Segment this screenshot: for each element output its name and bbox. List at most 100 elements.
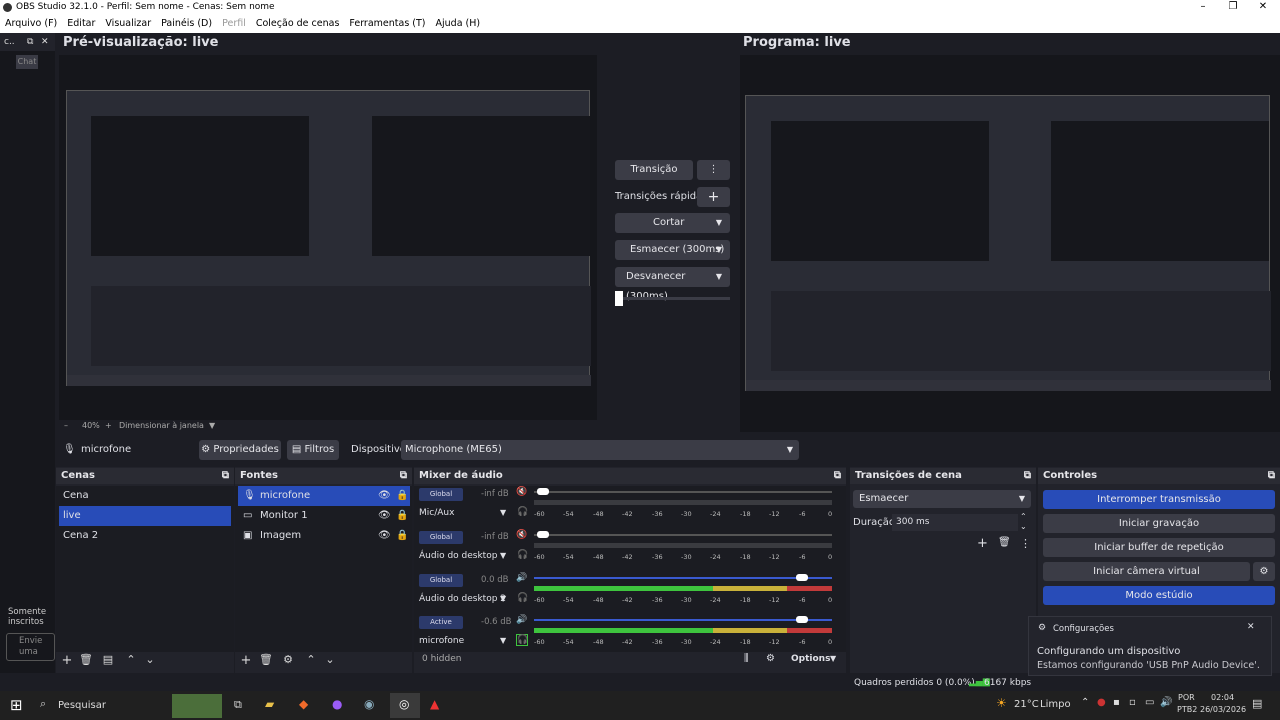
slider-handle[interactable] [796, 574, 808, 581]
headphones-icon[interactable]: 🎧 [516, 634, 528, 646]
source-item[interactable]: ▭ Monitor 1 👁 🔒 [238, 506, 410, 526]
studio-mode-button[interactable]: Modo estúdio [1043, 586, 1275, 605]
transition-select[interactable]: Esmaecer ▼ [853, 490, 1031, 508]
notification-center-icon[interactable]: ▤ [1252, 697, 1262, 710]
volume-slider[interactable] [534, 577, 832, 579]
windows-start-icon[interactable]: ⊞ [10, 696, 23, 714]
close-icon[interactable]: ✕ [1247, 622, 1255, 632]
add-quick-transition-icon[interactable]: + [697, 187, 730, 207]
keyboard-layout[interactable]: PTB2 [1177, 705, 1197, 714]
notification-toast[interactable]: ⚙ Configurações ✕ Configurando um dispos… [1028, 616, 1272, 676]
filters-button[interactable]: ▤ Filtros [287, 440, 339, 460]
unlock-icon[interactable]: 🔒 [396, 526, 408, 546]
chevron-down-icon[interactable]: ▼ [500, 508, 506, 517]
start-recording-button[interactable]: Iniciar gravação [1043, 514, 1275, 533]
float-icon[interactable]: ⧉ [1268, 468, 1275, 484]
headphones-icon[interactable]: 🎧 [516, 506, 528, 518]
file-explorer-icon[interactable]: ▰ [265, 697, 274, 711]
task-view-icon[interactable]: ⧉ [234, 698, 242, 712]
properties-button[interactable]: ⚙ Propriedades [199, 440, 281, 460]
float-icon[interactable]: ⧉ [27, 33, 33, 51]
mute-icon[interactable]: 🔇 [516, 487, 527, 497]
headphones-icon[interactable]: 🎧 [516, 549, 528, 561]
slider-handle[interactable] [537, 531, 549, 538]
float-icon[interactable]: ⧉ [222, 468, 229, 484]
menu-tools[interactable]: Ferramentas (T) [344, 15, 430, 33]
close-icon[interactable]: ✕ [1248, 0, 1278, 15]
volume-slider[interactable] [534, 534, 832, 536]
fade-in-button[interactable]: Esmaecer (300ms) ▼ [615, 240, 730, 260]
start-virtual-camera-button[interactable]: Iniciar câmera virtual [1043, 562, 1250, 581]
eye-icon[interactable]: 👁 [378, 506, 391, 526]
monitor-tag[interactable]: Global [419, 574, 463, 587]
tray-icon[interactable]: ● [1097, 697, 1106, 708]
spin-up-icon[interactable]: ⌃ [1020, 512, 1027, 521]
transition-slider[interactable] [615, 291, 730, 306]
stop-streaming-button[interactable]: Interromper transmissão [1043, 490, 1275, 509]
trash-icon[interactable]: 🗑 [998, 537, 1011, 548]
slider-handle[interactable] [796, 616, 808, 623]
menu-profile[interactable]: Perfil [217, 15, 251, 33]
steam-icon[interactable]: ◉ [364, 697, 374, 711]
volume-slider[interactable] [534, 619, 832, 621]
add-icon[interactable]: + [240, 653, 252, 668]
minimize-icon[interactable]: – [1188, 0, 1218, 15]
preview-canvas[interactable] [59, 55, 597, 420]
network-icon[interactable]: ▭ [1145, 697, 1154, 708]
clock-date[interactable]: 26/03/2026 [1200, 705, 1246, 714]
trash-icon[interactable]: 🗑 [79, 653, 93, 666]
volume-slider[interactable] [534, 491, 832, 493]
chevron-down-icon[interactable]: ▼ [500, 636, 506, 645]
headphones-icon[interactable]: 🎧 [516, 592, 528, 604]
search-icon[interactable]: ⌕ [40, 697, 46, 711]
zoom-out-icon[interactable]: – [64, 421, 68, 430]
menu-edit[interactable]: Editar [62, 15, 100, 33]
chevron-down-icon[interactable]: ▼ [830, 654, 836, 663]
gear-icon[interactable]: ⚙ [1253, 562, 1275, 581]
chevron-up-icon[interactable]: ⌃ [1081, 697, 1089, 708]
mute-icon[interactable]: 🔇 [516, 530, 527, 540]
float-icon[interactable]: ⧉ [1024, 468, 1031, 484]
slider-handle[interactable] [615, 291, 623, 306]
chevron-up-icon[interactable]: ⌃ [125, 653, 137, 666]
chevron-down-icon[interactable]: ⌄ [324, 653, 336, 666]
chevron-down-icon[interactable]: ▼ [500, 594, 506, 603]
clock-time[interactable]: 02:04 [1211, 693, 1234, 702]
float-icon[interactable]: ⧉ [400, 468, 407, 484]
tray-icon[interactable]: ▪ [1113, 697, 1120, 708]
lock-icon[interactable]: 🔒 [396, 486, 408, 506]
messenger-icon[interactable]: ● [332, 697, 342, 711]
options-button[interactable]: Options [791, 654, 830, 664]
eye-icon[interactable]: 👁 [378, 526, 391, 546]
volume-icon[interactable]: 🔊 [1160, 697, 1172, 708]
lock-icon[interactable]: 🔒 [396, 506, 408, 526]
fade-out-button[interactable]: Desvanecer (300ms)▼ [615, 267, 730, 302]
chevron-down-icon[interactable]: ⌄ [144, 653, 156, 666]
tray-icon[interactable]: ▫ [1129, 697, 1136, 708]
restore-icon[interactable]: ❐ [1218, 0, 1248, 15]
chevron-up-icon[interactable]: ⌃ [305, 653, 317, 666]
duration-input[interactable]: 300 ms [892, 514, 1018, 531]
scene-item[interactable]: Cena 2 [59, 526, 231, 546]
add-icon[interactable]: + [61, 653, 73, 668]
device-select[interactable]: Microphone (ME65) ▼ [401, 440, 799, 460]
add-icon[interactable]: + [977, 536, 988, 551]
menu-docks[interactable]: Painéis (D) [156, 15, 217, 33]
monitor-tag[interactable]: Global [419, 531, 463, 544]
monitor-tag[interactable]: Global [419, 488, 463, 501]
eye-icon[interactable]: 👁 [378, 486, 391, 506]
menu-scene-collection[interactable]: Coleção de cenas [251, 15, 345, 33]
filter-icon[interactable]: ▤ [102, 653, 114, 666]
float-icon[interactable]: ⧉ [834, 468, 841, 484]
chat-tab[interactable]: Chat [16, 55, 38, 69]
monitor-tag[interactable]: Active [419, 616, 463, 629]
chat-input[interactable]: Envie uma mensagem [6, 633, 55, 661]
dock-close-icon[interactable]: ✕ [41, 33, 49, 51]
taskbar-search[interactable]: Pesquisar [58, 700, 106, 711]
chevron-down-icon[interactable]: ▼ [500, 551, 506, 560]
gear-icon[interactable]: ⚙ [282, 653, 294, 666]
more-icon[interactable]: ⋮ [1020, 537, 1031, 550]
volume-icon[interactable]: 🔊 [516, 573, 527, 583]
spin-down-icon[interactable]: ⌄ [1020, 522, 1027, 531]
brave-icon[interactable]: ◆ [299, 697, 308, 711]
